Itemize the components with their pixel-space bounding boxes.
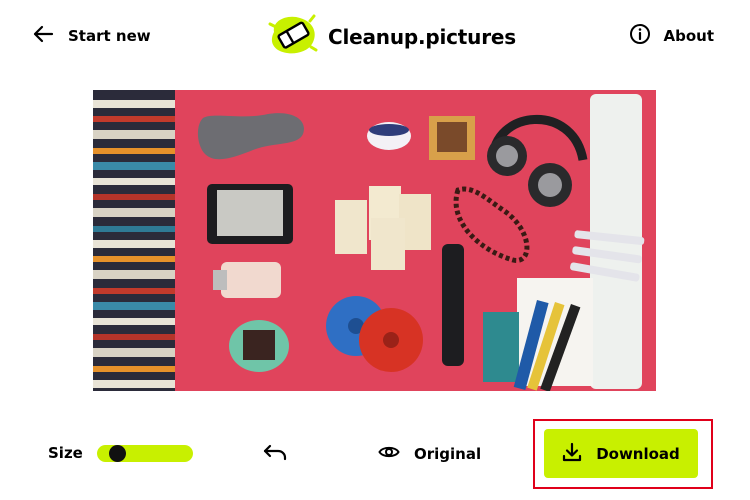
app-header: Start new Cleanup.pictures About (0, 0, 750, 72)
brush-size-slider[interactable] (97, 445, 193, 462)
brand-logo: Cleanup.pictures (268, 12, 516, 62)
arrow-left-icon (32, 25, 54, 47)
original-label: Original (414, 445, 482, 463)
about-button[interactable]: About (629, 22, 714, 50)
photo-canvas[interactable] (93, 90, 656, 391)
eye-icon (378, 444, 400, 464)
download-label: Download (596, 444, 680, 463)
start-new-button[interactable]: Start new (32, 22, 151, 50)
show-original-button[interactable]: Original (378, 440, 481, 468)
striped-blanket (93, 90, 175, 391)
download-icon (562, 442, 582, 466)
download-button[interactable]: Download (544, 429, 698, 478)
brush-size-thumb[interactable] (109, 445, 126, 462)
size-label: Size (48, 444, 83, 462)
start-new-label: Start new (68, 27, 151, 45)
undo-button[interactable] (260, 440, 290, 468)
info-icon (629, 23, 651, 49)
brand-name: Cleanup.pictures (328, 25, 516, 49)
photo-image (93, 90, 656, 391)
undo-icon (262, 442, 288, 466)
about-label: About (663, 27, 714, 45)
eraser-logo-icon (268, 12, 320, 62)
